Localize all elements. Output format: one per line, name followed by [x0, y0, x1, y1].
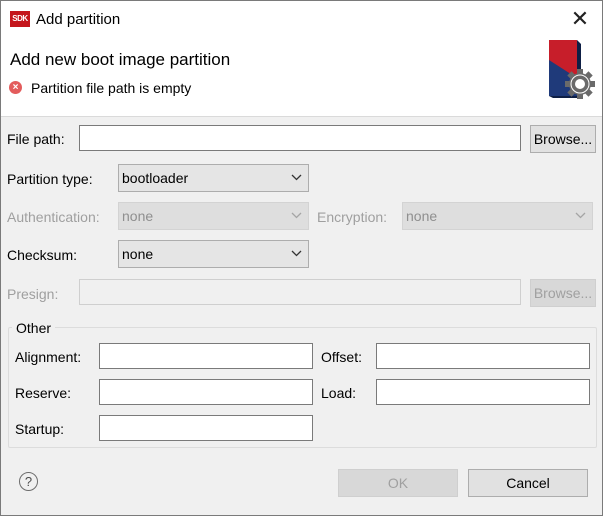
file-path-label: File path: — [7, 131, 65, 147]
load-input[interactable] — [376, 379, 590, 405]
checksum-select[interactable]: none — [118, 240, 309, 268]
reserve-label: Reserve: — [15, 385, 72, 401]
partition-type-value: bootloader — [122, 170, 189, 186]
file-path-browse-button[interactable]: Browse... — [530, 125, 596, 153]
presign-input[interactable] — [79, 279, 521, 305]
offset-label: Offset: — [321, 349, 362, 365]
help-icon[interactable]: ? — [19, 472, 38, 491]
close-icon: ✕ — [570, 6, 590, 31]
encryption-label: Encryption: — [317, 209, 388, 225]
sdk-app-icon: SDK — [10, 11, 30, 27]
reserve-input[interactable] — [99, 379, 313, 405]
ok-button[interactable]: OK — [338, 469, 458, 497]
chevron-down-icon — [291, 174, 302, 181]
presign-label: Presign: — [7, 286, 59, 302]
add-partition-dialog: SDK Add partition ✕ Add new boot image p… — [0, 0, 603, 516]
presign-browse-button[interactable]: Browse... — [530, 279, 596, 307]
chevron-down-icon — [575, 212, 586, 219]
load-label: Load: — [321, 385, 357, 401]
page-title: Add new boot image partition — [10, 50, 231, 69]
encryption-select[interactable]: none — [402, 202, 593, 230]
error-message: Partition file path is empty — [31, 80, 192, 96]
title-bar: SDK Add partition ✕ — [1, 1, 602, 38]
authentication-value: none — [122, 208, 154, 224]
chevron-down-icon — [291, 250, 302, 257]
checksum-value: none — [122, 246, 154, 262]
error-circle-icon: × — [9, 81, 22, 94]
cancel-button[interactable]: Cancel — [468, 469, 588, 497]
sdk-settings-icon — [549, 40, 595, 99]
authentication-select[interactable]: none — [118, 202, 309, 230]
partition-type-select[interactable]: bootloader — [118, 164, 309, 192]
other-group-label: Other — [12, 320, 56, 336]
chevron-down-icon — [291, 212, 302, 219]
checksum-label: Checksum: — [7, 247, 78, 263]
encryption-value: none — [406, 208, 438, 224]
alignment-label: Alignment: — [15, 349, 82, 365]
startup-input[interactable] — [99, 415, 313, 441]
startup-label: Startup: — [15, 421, 65, 437]
file-path-input[interactable] — [79, 125, 521, 151]
alignment-input[interactable] — [99, 343, 313, 369]
offset-input[interactable] — [376, 343, 590, 369]
partition-type-label: Partition type: — [7, 171, 93, 187]
dialog-header: Add new boot image partition × Partition… — [1, 38, 602, 117]
close-button[interactable]: ✕ — [567, 7, 593, 33]
window-title: Add partition — [36, 11, 121, 28]
authentication-label: Authentication: — [7, 209, 100, 225]
